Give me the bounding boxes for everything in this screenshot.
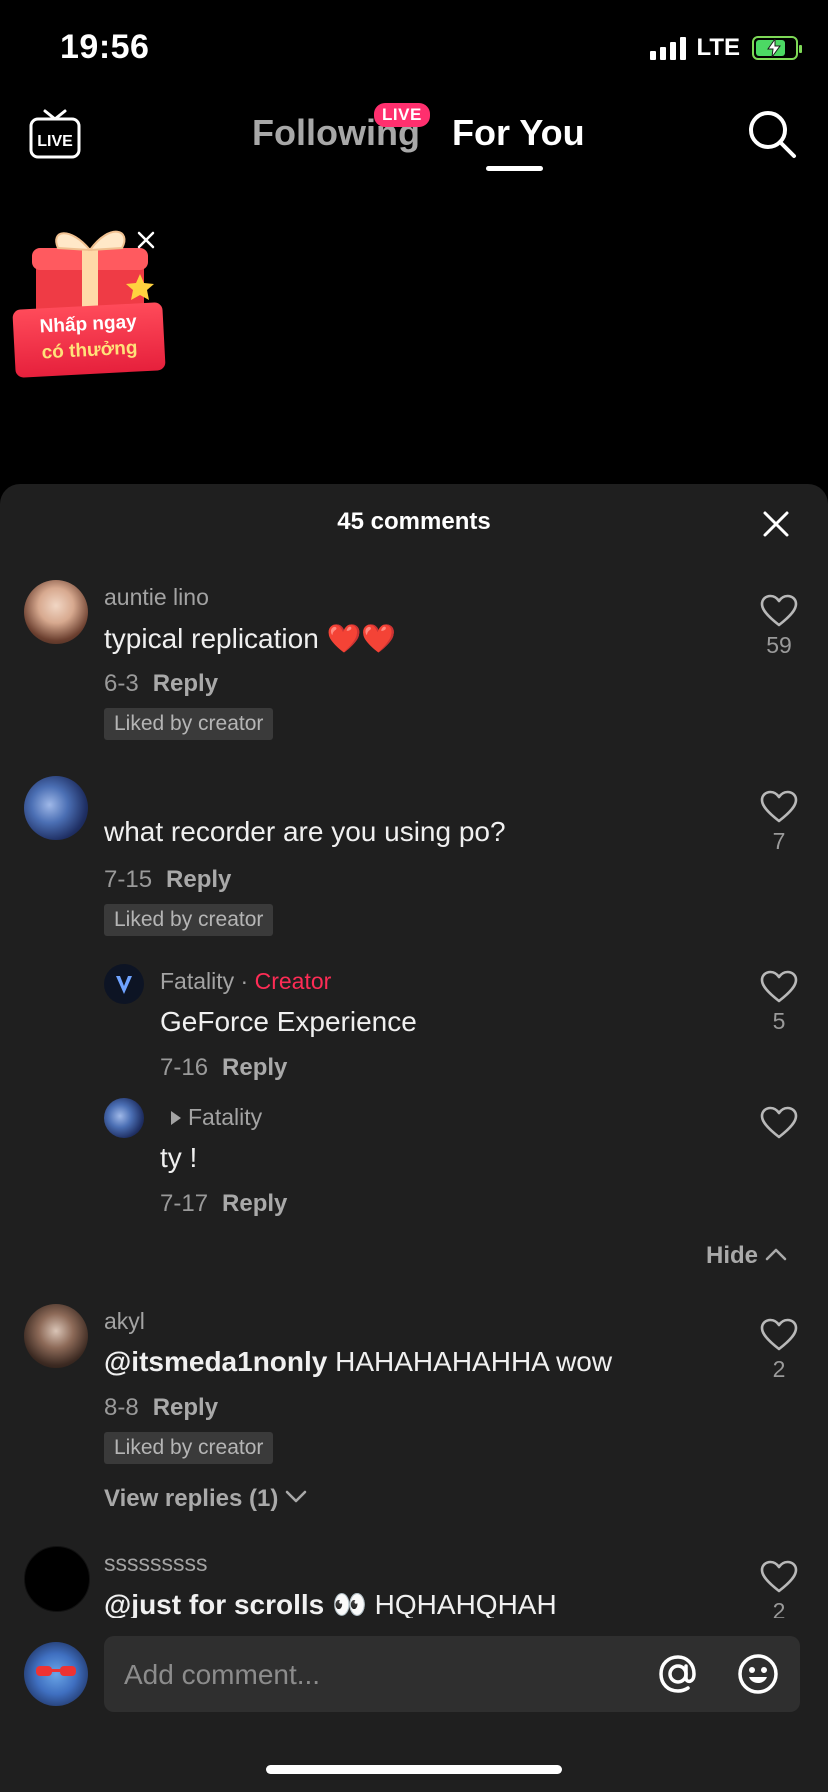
creator-label: Creator — [254, 968, 332, 994]
promo-close-icon[interactable] — [134, 228, 158, 252]
comment-input-container — [104, 1636, 800, 1714]
chevron-up-icon — [765, 1248, 786, 1261]
reply-to-line: Fatality — [170, 1104, 262, 1131]
avatar[interactable] — [24, 580, 88, 644]
like-button[interactable]: 2 — [759, 1560, 799, 1618]
liked-by-creator-tag: Liked by creator — [104, 708, 274, 740]
comment-clip: sssssssss @just for scrolls 👀 HQHAHQHAH … — [0, 1540, 828, 1618]
comment-date: 6-3 — [104, 670, 139, 697]
heart-icon — [760, 1560, 798, 1593]
like-button[interactable]: 2 — [759, 1318, 799, 1383]
caret-right-icon — [171, 1111, 181, 1125]
close-icon[interactable] — [760, 508, 792, 540]
hide-label: Hide — [706, 1242, 759, 1269]
reply-date: 7-17 — [160, 1190, 209, 1217]
liked-by-creator-tag: Liked by creator — [104, 904, 274, 936]
avatar[interactable] — [104, 1098, 144, 1138]
signal-icon — [650, 36, 687, 60]
live-tv-icon[interactable]: LIVE — [28, 108, 82, 160]
comment-username[interactable]: auntie lino — [104, 584, 209, 611]
like-button[interactable]: 5 — [759, 970, 799, 1035]
comment-text-line: @just for scrolls 👀 HQHAHQHAH — [104, 1588, 557, 1618]
comment-date: 7-15 — [104, 866, 153, 893]
reply-meta: 7-17 Reply — [160, 1190, 287, 1218]
promo-label[interactable]: Nhấp ngay có thưởng — [12, 302, 166, 378]
my-avatar[interactable] — [24, 1642, 88, 1706]
hide-replies-button[interactable]: Hide — [706, 1242, 787, 1270]
home-indicator — [266, 1765, 562, 1774]
mention[interactable]: @itsmeda1nonly — [104, 1346, 327, 1377]
liked-by-creator-tag: Liked by creator — [104, 1432, 274, 1464]
avatar[interactable] — [24, 776, 88, 840]
reply-button[interactable]: Reply — [153, 670, 218, 697]
at-icon[interactable] — [656, 1652, 700, 1696]
status-indicators: LTE — [650, 34, 802, 62]
comments-count-title: 45 comments — [337, 508, 491, 535]
avatar[interactable] — [24, 1546, 90, 1612]
comment-date: 8-8 — [104, 1394, 139, 1421]
comment-text: what recorder are you using po? — [104, 816, 506, 847]
view-replies-button[interactable]: View replies (1) — [104, 1485, 307, 1513]
network-type: LTE — [696, 34, 740, 61]
like-count: 7 — [772, 828, 786, 854]
reply-button[interactable]: Reply — [153, 1394, 218, 1421]
mention[interactable]: @just for scrolls — [104, 1589, 324, 1618]
tab-for-you[interactable]: For You — [452, 112, 585, 154]
reply-username[interactable]: Fatality — [160, 968, 234, 994]
like-count: 5 — [772, 1008, 786, 1034]
like-button[interactable]: 7 — [759, 790, 799, 855]
comment-meta: 8-8 Reply — [104, 1394, 218, 1422]
heart-icon — [760, 1106, 798, 1139]
like-button[interactable]: 59 — [759, 594, 799, 659]
status-time: 19:56 — [60, 28, 150, 66]
heart-icon — [760, 594, 798, 627]
comment-input[interactable] — [122, 1636, 646, 1714]
view-replies-label: View replies (1) — [104, 1485, 279, 1512]
avatar[interactable] — [24, 1304, 88, 1368]
reply-text: GeForce Experience — [160, 1006, 417, 1037]
avatar[interactable] — [104, 964, 144, 1004]
reply-text: ty ! — [160, 1142, 198, 1173]
like-count: 2 — [772, 1356, 786, 1382]
comment-username[interactable]: sssssssss — [104, 1550, 208, 1577]
like-count: 59 — [766, 632, 792, 658]
comment-meta: 6-3 Reply — [104, 670, 218, 698]
like-button[interactable] — [759, 1106, 799, 1140]
svg-text:LIVE: LIVE — [37, 133, 73, 150]
separator: · — [240, 968, 249, 994]
live-badge: LIVE — [374, 103, 430, 127]
active-tab-indicator — [486, 166, 543, 171]
like-count: 2 — [772, 1598, 786, 1618]
comment-meta: 7-15 Reply — [104, 866, 231, 894]
reply-button[interactable]: Reply — [222, 1054, 287, 1081]
comment-text: 👀 HQHAHQHAH — [324, 1589, 557, 1618]
comment-text: typical replication ❤️❤️ — [104, 623, 397, 654]
reply-button[interactable]: Reply — [166, 866, 231, 893]
battery-icon — [752, 36, 802, 60]
reply-to-username[interactable]: Fatality — [188, 1104, 262, 1130]
reply-meta: 7-16 Reply — [160, 1054, 287, 1082]
reply-button[interactable]: Reply — [222, 1190, 287, 1217]
search-icon[interactable] — [746, 108, 798, 160]
heart-icon — [760, 970, 798, 1003]
emoji-icon[interactable] — [736, 1652, 780, 1696]
comment-text-line: @itsmeda1nonly HAHAHAHAHHA wow — [104, 1346, 612, 1378]
comment-text: HAHAHAHAHHA wow — [327, 1346, 613, 1377]
comment-username[interactable]: akyl — [104, 1308, 145, 1335]
chevron-down-icon — [285, 1490, 307, 1503]
heart-icon — [760, 1318, 798, 1351]
reply-date: 7-16 — [160, 1054, 209, 1081]
heart-icon — [760, 790, 798, 823]
reply-username-line: Fatality · Creator — [160, 968, 331, 995]
